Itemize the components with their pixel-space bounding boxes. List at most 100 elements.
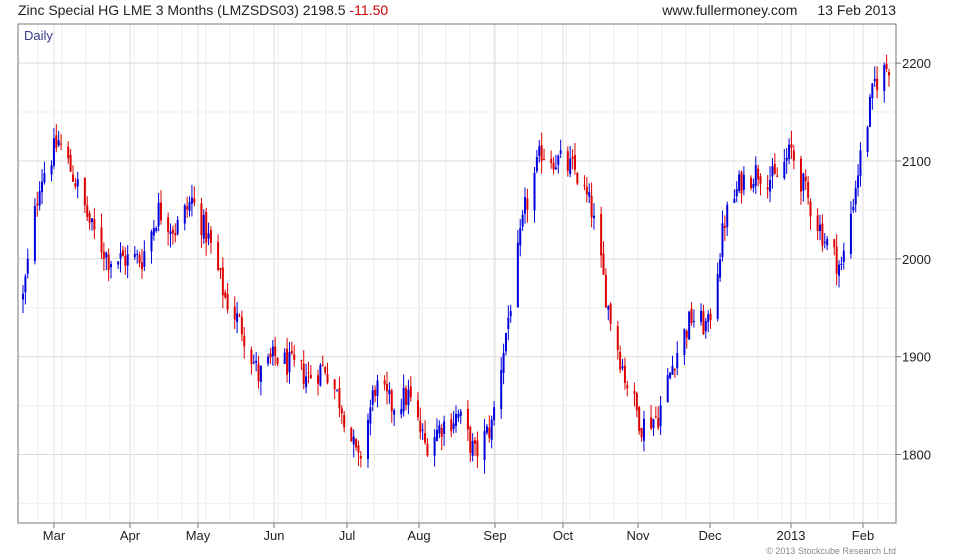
ohlc-body: [493, 407, 496, 421]
ohlc-body: [24, 276, 27, 293]
ohlc-body: [883, 64, 886, 91]
ohlc-body: [426, 443, 429, 456]
ohlc-body: [504, 332, 507, 352]
ohlc-body: [22, 293, 24, 300]
ohlc-body: [474, 440, 477, 444]
ohlc-body: [390, 390, 393, 412]
ohlc-body: [754, 165, 757, 186]
ohlc-body: [409, 386, 412, 398]
ohlc-body: [790, 143, 793, 148]
ohlc-body: [821, 223, 824, 246]
ohlc-body: [176, 219, 179, 234]
ohlc-body: [659, 405, 662, 426]
ohlc-body: [121, 250, 124, 257]
ohlc-body: [707, 314, 710, 323]
ohlc-body: [733, 198, 736, 203]
ohlc-body: [259, 365, 262, 382]
ohlc-body: [219, 268, 222, 270]
ohlc-body: [26, 258, 29, 274]
ohlc-body: [171, 229, 174, 234]
ohlc-body: [440, 428, 443, 437]
ohlc-body: [350, 427, 353, 442]
ohlc-body: [552, 162, 555, 170]
ohlc-body: [592, 215, 595, 219]
ohlc-body: [343, 415, 346, 428]
ohlc-body: [433, 437, 436, 456]
ohlc-body: [83, 177, 86, 206]
ohlc-body: [205, 211, 208, 243]
ohlc-body: [190, 197, 193, 204]
ohlc-body: [583, 185, 586, 187]
ohlc-body: [90, 218, 93, 222]
ohlc-body: [726, 204, 729, 227]
ohlc-body: [352, 436, 355, 445]
ohlc-body: [633, 390, 636, 394]
ohlc-body: [76, 179, 79, 187]
ohlc-body: [792, 150, 795, 161]
ohlc-body: [324, 367, 327, 373]
ohlc-body: [366, 419, 369, 459]
ohlc-body: [466, 408, 469, 430]
x-tick-label: Mar: [43, 528, 66, 543]
ohlc-body: [286, 348, 289, 375]
ohlc-body: [300, 360, 303, 362]
ohlc-body: [621, 366, 624, 369]
x-tick-label: Oct: [553, 528, 574, 543]
ohlc-body: [321, 364, 324, 366]
ohlc-body: [885, 63, 888, 69]
ohlc-body: [609, 303, 612, 324]
ohlc-body: [416, 400, 419, 418]
ohlc-body: [274, 346, 277, 356]
ohlc-body: [750, 177, 753, 189]
ohlc-body: [105, 252, 108, 258]
ohlc-body: [600, 213, 603, 256]
ohlc-body: [38, 191, 41, 206]
ohlc-body: [457, 413, 460, 418]
ohlc-body: [740, 172, 743, 194]
ohlc-body: [804, 176, 807, 182]
plot-frame: [17, 23, 897, 524]
copyright-notice: © 2013 Stockcube Research Ltd: [766, 546, 896, 556]
ohlc-body: [293, 354, 296, 360]
ohlc-body: [576, 172, 579, 184]
ohlc-body: [238, 315, 241, 317]
ohlc-body: [521, 214, 524, 227]
ohlc-body: [307, 372, 310, 374]
ohlc-body: [50, 165, 53, 175]
ohlc-body: [283, 352, 286, 364]
ohlc-body: [69, 154, 72, 172]
ohlc-body: [657, 417, 660, 428]
ohlc-body: [721, 223, 724, 258]
ohlc-body: [174, 233, 177, 236]
ohlc-body: [93, 219, 96, 230]
ohlc-body: [471, 440, 474, 456]
ohlc-body: [809, 201, 812, 217]
ohlc-body: [819, 224, 822, 232]
ohlc-body: [207, 233, 210, 239]
ohlc-body: [626, 384, 629, 389]
ohlc-body: [305, 376, 308, 388]
ohlc-body: [476, 440, 479, 457]
ohlc-body: [571, 156, 574, 159]
ohlc-body: [188, 202, 191, 211]
ohlc-body: [336, 389, 339, 391]
ohlc-body: [155, 227, 158, 232]
ohlc-body: [143, 251, 146, 267]
ohlc-body: [340, 408, 343, 414]
ohlc-body: [799, 158, 802, 192]
ohlc-body: [452, 423, 455, 429]
ohlc-body: [57, 140, 60, 146]
ohlc-body: [236, 313, 239, 322]
ohlc-body: [771, 166, 774, 177]
ohlc-body: [683, 329, 686, 355]
ohlc-body: [424, 433, 427, 443]
ohlc-body: [635, 393, 638, 411]
ohlc-body: [540, 145, 543, 162]
ohlc-body: [719, 259, 722, 278]
ohlc-body: [616, 326, 619, 350]
ohlc-body: [490, 419, 493, 440]
ohlc-body: [110, 264, 113, 268]
ohlc-body: [319, 365, 322, 386]
ohlc-body: [290, 350, 293, 354]
ohlc-body: [852, 206, 855, 211]
